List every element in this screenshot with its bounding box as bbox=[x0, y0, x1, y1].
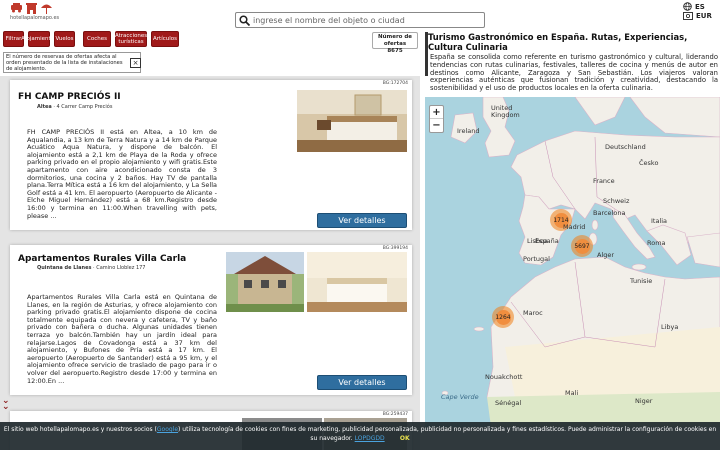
zoom-in-button[interactable]: + bbox=[430, 106, 443, 119]
map-label: Roma bbox=[647, 239, 666, 247]
map-label: Portugal bbox=[523, 255, 550, 263]
tab-accommodation[interactable]: Alojamientos bbox=[21, 31, 57, 47]
tab-articles[interactable]: Artículos bbox=[151, 31, 179, 47]
map-label: Maroc bbox=[523, 309, 543, 317]
lopdgdd-link[interactable]: LOPDGDD bbox=[355, 435, 385, 442]
article-text: España se consolida como referente en tu… bbox=[430, 53, 718, 93]
cookie-text-before: El sitio web hotellapalomapo.es y nuestr… bbox=[3, 426, 157, 433]
map-label: United Kingdom bbox=[491, 104, 520, 119]
page: hotellapalomapo.es ES EUR Filtrar Alojam… bbox=[0, 0, 720, 450]
map-label: Italia bbox=[651, 217, 668, 225]
tab-attractions[interactable]: Atracciones turísticas bbox=[115, 31, 147, 47]
google-link[interactable]: Google bbox=[157, 426, 178, 433]
search-icon[interactable] bbox=[239, 14, 250, 26]
map-label: Tunisie bbox=[630, 277, 653, 285]
offer-count-value: 8675 bbox=[387, 48, 403, 54]
cluster-count: 5697 bbox=[574, 238, 590, 254]
map-label: Lisboa bbox=[527, 237, 548, 245]
article-title[interactable]: Turismo Gastronómico en España. Rutas, E… bbox=[428, 32, 718, 52]
beach-umbrella-icon bbox=[41, 4, 52, 14]
map-cluster-marker[interactable]: 5697 bbox=[571, 235, 593, 257]
view-details-button[interactable]: Ver detalles bbox=[317, 375, 407, 390]
listing-list[interactable]: BG:172704 FH CAMP PRECIÓS II Altea · 4 C… bbox=[0, 76, 420, 450]
listing-photo[interactable] bbox=[307, 252, 407, 312]
map-label: Madrid bbox=[563, 223, 586, 231]
bedroom-photo bbox=[297, 90, 407, 152]
site-logo[interactable]: hotellapalomapo.es bbox=[10, 2, 60, 26]
zoom-out-button[interactable]: − bbox=[430, 119, 443, 132]
scroll-down-icon[interactable]: ⌄ ⌄ bbox=[2, 397, 10, 412]
tab-cars[interactable]: Coches bbox=[83, 31, 111, 47]
cookie-ok-button[interactable]: OK bbox=[400, 435, 410, 442]
listing-code: BG:172704 bbox=[382, 81, 408, 86]
listing-title[interactable]: Apartamentos Rurales Villa Carla bbox=[18, 254, 186, 264]
listing-card[interactable]: BG:399194 Apartamentos Rurales Villa Car… bbox=[10, 245, 412, 395]
listing-address: Quintana de Llanes · Camino Lloblez 177 bbox=[37, 265, 146, 271]
zoom-control: + − bbox=[429, 105, 444, 133]
search-box[interactable] bbox=[235, 12, 485, 28]
listing-street: Camino Lloblez 177 bbox=[96, 265, 146, 271]
logo-text: hotellapalomapo.es bbox=[10, 15, 60, 21]
map-label: Schweiz bbox=[603, 197, 630, 205]
close-icon[interactable]: × bbox=[130, 58, 141, 68]
listing-city: Quintana de Llanes bbox=[37, 265, 92, 271]
money-icon bbox=[683, 12, 693, 20]
language-selector[interactable]: ES bbox=[683, 2, 705, 11]
cluster-count: 1264 bbox=[495, 309, 511, 325]
cookie-banner: El sitio web hotellapalomapo.es y nuestr… bbox=[0, 422, 720, 450]
map-label: Sénégal bbox=[495, 399, 522, 407]
car-icon bbox=[11, 3, 22, 13]
listing-city: Altea bbox=[37, 104, 52, 110]
map-label: Ireland bbox=[457, 127, 480, 135]
ranking-notice: El número de reservas de ofertas afecta … bbox=[3, 52, 141, 73]
map-cluster-marker[interactable]: 1264 bbox=[492, 306, 514, 328]
bedroom-photo bbox=[307, 252, 407, 312]
map-label: Cape Verde bbox=[441, 393, 479, 401]
map-label: Nouakchott bbox=[485, 373, 523, 381]
map-label: Česko bbox=[639, 159, 659, 167]
listing-card[interactable]: BG:172704 FH CAMP PRECIÓS II Altea · 4 C… bbox=[10, 80, 412, 230]
search-input[interactable] bbox=[253, 15, 473, 25]
map-tiles bbox=[441, 97, 720, 427]
listing-photo[interactable] bbox=[297, 90, 407, 152]
globe-icon bbox=[683, 2, 692, 11]
listing-description: Apartamentos Rurales Villa Carla está en… bbox=[27, 293, 217, 385]
listing-code: BG:399194 bbox=[382, 246, 408, 251]
offer-count: Número de ofertas 8675 bbox=[372, 32, 418, 54]
tab-flights[interactable]: Vuelos bbox=[54, 31, 75, 47]
listing-title[interactable]: FH CAMP PRECIÓS II bbox=[18, 92, 121, 102]
offer-count-label: Número de ofertas bbox=[377, 34, 413, 47]
listing-photo[interactable] bbox=[226, 252, 304, 312]
map-label: Deutschland bbox=[605, 143, 646, 151]
map-label: Barcelona bbox=[593, 209, 626, 217]
article-panel: Turismo Gastronómico en España. Rutas, E… bbox=[425, 30, 720, 98]
header: hotellapalomapo.es ES EUR bbox=[0, 0, 720, 32]
map-label: Mali bbox=[565, 389, 579, 397]
filter-bar: Filtrar Alojamientos Vuelos Coches Atrac… bbox=[3, 31, 179, 47]
currency-selector[interactable]: EUR bbox=[683, 12, 712, 20]
notice-text: El número de reservas de ofertas afecta … bbox=[6, 54, 123, 72]
hotel-icon bbox=[26, 3, 37, 14]
house-photo bbox=[226, 252, 304, 312]
map-label: Libya bbox=[661, 323, 679, 331]
map-label: Niger bbox=[635, 397, 653, 405]
listing-address: Altea · 4 Carrer Camp Preciós bbox=[37, 104, 113, 110]
map-label: France bbox=[593, 177, 615, 185]
listing-street: 4 Carrer Camp Preciós bbox=[56, 104, 113, 110]
currency-label: EUR bbox=[696, 12, 712, 20]
map-label: Alger bbox=[597, 251, 615, 259]
cookie-text-after: ) utiliza tecnología de cookies con fine… bbox=[178, 426, 717, 442]
logo-icons bbox=[10, 2, 60, 14]
view-details-button[interactable]: Ver detalles bbox=[317, 213, 407, 228]
listing-description: FH CAMP PRECIÓS II está en Altea, a 10 k… bbox=[27, 128, 217, 220]
map[interactable]: + − 1714 5697 1264 Ireland United Kingdo… bbox=[425, 97, 720, 427]
listing-code: BG:259437 bbox=[382, 412, 408, 417]
language-label: ES bbox=[695, 2, 705, 11]
